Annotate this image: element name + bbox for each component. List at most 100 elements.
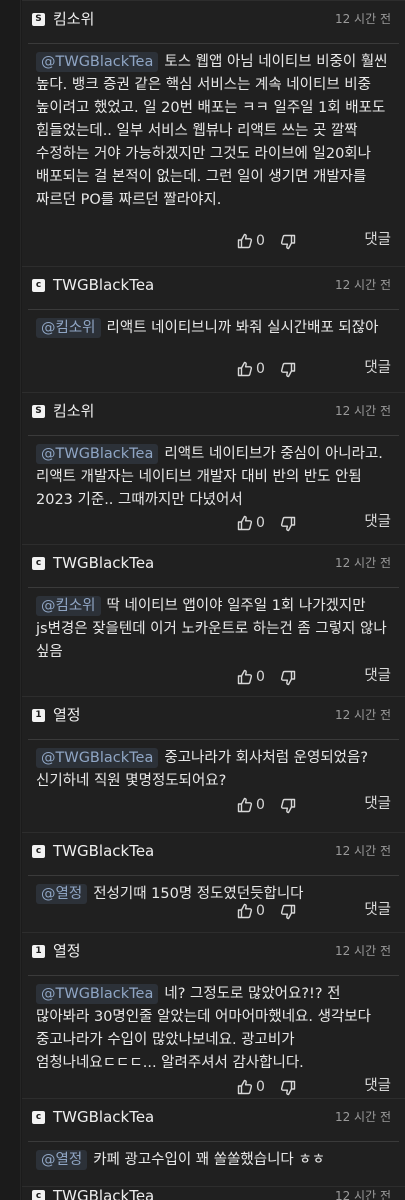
comment-author[interactable]: TWGBlackTea <box>53 554 154 573</box>
thumbs-up-icon[interactable] <box>237 903 253 919</box>
mention-tag[interactable]: @열정 <box>36 1150 88 1170</box>
comment-item: 1 열정 12 시간 전 @TWGBlackTea 중고나라가 회사처럼 운영되었… <box>22 696 405 832</box>
comment-author[interactable]: TWGBlackTea <box>53 1108 154 1127</box>
header-divider <box>28 435 399 436</box>
thumbs-down-icon[interactable] <box>280 516 296 532</box>
thumbs-up-icon[interactable] <box>237 1079 253 1095</box>
comment-body: @TWGBlackTea 중고나라가 회사처럼 운영되었음? 신기하네 직원 몇명… <box>36 747 398 793</box>
comment-item: 1 열정 12 시간 전 @TWGBlackTea 네? 그정도로 많았어요?!?… <box>22 932 405 1098</box>
comment-author[interactable]: 킴소위 <box>53 10 94 29</box>
header-divider <box>28 43 399 44</box>
comment-item: S 킴소위 12 시간 전 @TWGBlackTea 토스 웹앱 아님 네이티브 … <box>22 0 405 266</box>
header-divider <box>28 309 399 310</box>
thumbs-up-icon[interactable] <box>237 361 253 377</box>
comment-body: @킴소위 딱 네이티브 앱이야 일주일 1회 나가겠지만 js변경은 잦을텐데 이… <box>36 595 398 664</box>
mention-tag[interactable]: @열정 <box>36 884 88 904</box>
thumbs-down-icon[interactable] <box>280 234 296 250</box>
mention-tag[interactable]: @TWGBlackTea <box>36 984 159 1004</box>
reply-button[interactable]: 댓글 <box>364 231 391 250</box>
user-avatar-icon[interactable]: c <box>32 1111 45 1124</box>
like-count: 0 <box>256 797 265 813</box>
comment-actions: 0 댓글 <box>237 229 397 255</box>
like-count: 0 <box>256 233 265 249</box>
like-count: 0 <box>256 669 265 685</box>
comment-header: c TWGBlackTea 12 시간 전 <box>22 267 405 305</box>
comment-header: c TWGBlackTea 12 시간 전 <box>22 833 405 871</box>
reply-button[interactable]: 댓글 <box>364 795 391 814</box>
thumbs-up-icon[interactable] <box>237 233 253 249</box>
comment-timestamp: 12 시간 전 <box>334 556 391 570</box>
comment-actions: 0 댓글 <box>237 665 397 691</box>
comment-header: c TWGBlackTea 12 시간 전 <box>22 545 405 583</box>
comment-header: 1 열정 12 시간 전 <box>22 697 405 735</box>
comment-author[interactable]: TWGBlackTea <box>53 842 154 861</box>
comment-actions: 0 댓글 <box>237 511 397 537</box>
comment-text: 토스 웹앱 아님 네이티브 비중이 훨씬 높다. 뱅크 증권 같은 핵심 서비스… <box>36 54 388 208</box>
comment-header: S 킴소위 12 시간 전 <box>22 1 405 39</box>
reply-button[interactable]: 댓글 <box>364 901 391 920</box>
comment-timestamp: 12 시간 전 <box>334 944 391 958</box>
user-avatar-icon[interactable]: c <box>32 279 45 292</box>
comment-body: @킴소위 리액트 네이티브니까 봐줘 실시간배포 되잖아 <box>36 317 398 340</box>
like-count: 0 <box>256 515 265 531</box>
comment-timestamp: 12 시간 전 <box>334 278 391 292</box>
header-divider <box>28 587 399 588</box>
comment-body: @TWGBlackTea 토스 웹앱 아님 네이티브 비중이 훨씬 높다. 뱅크 … <box>36 51 398 212</box>
user-avatar-icon[interactable]: c <box>32 845 45 858</box>
thumbs-down-icon[interactable] <box>280 798 296 814</box>
comment-timestamp: 12 시간 전 <box>334 12 391 26</box>
thumbs-up-icon[interactable] <box>237 515 253 531</box>
comment-body: @열정 카페 광고수입이 꽤 쏠쏠했습니다 ㅎㅎ <box>36 1149 398 1172</box>
comment-author[interactable]: TWGBlackTea <box>53 276 154 295</box>
comment-header: S 킴소위 12 시간 전 <box>22 393 405 431</box>
mention-tag[interactable]: @TWGBlackTea <box>36 52 159 72</box>
comment-header: 1 열정 12 시간 전 <box>22 933 405 971</box>
thumbs-up-icon[interactable] <box>237 797 253 813</box>
comment-item: c TWGBlackTea 12 시간 전 @열정 전성기때 150명 정도였던듯… <box>22 832 405 932</box>
like-count: 0 <box>256 1079 265 1095</box>
user-avatar-icon[interactable]: 1 <box>32 945 45 958</box>
comment-actions: 0 댓글 <box>237 899 397 925</box>
thread-indent-rail <box>0 0 21 1200</box>
comment-text: 카페 광고수입이 꽤 쏠쏠했습니다 ㅎㅎ <box>93 1152 326 1168</box>
thumbs-up-icon[interactable] <box>237 669 253 685</box>
comment-item: S 킴소위 12 시간 전 @TWGBlackTea 리액트 네이티브가 중심이 … <box>22 392 405 544</box>
comment-body: @TWGBlackTea 리액트 네이티브가 중심이 아니라고. 리액트 개발자는… <box>36 443 398 512</box>
comment-item: c TWGBlackTea 12 시간 전 @열정 카페 광고수입이 꽤 쏠쏠했습… <box>22 1098 405 1186</box>
header-divider <box>28 875 399 876</box>
comment-author[interactable]: 열정 <box>53 706 81 725</box>
user-avatar-icon[interactable]: S <box>32 13 45 26</box>
reply-button[interactable]: 댓글 <box>364 1077 391 1096</box>
comment-author[interactable]: 열정 <box>53 942 81 961</box>
comment-item: c TWGBlackTea 12 시간 전 <box>22 1186 405 1200</box>
mention-tag[interactable]: @TWGBlackTea <box>36 748 159 768</box>
user-avatar-icon[interactable]: c <box>32 1190 45 1200</box>
mention-tag[interactable]: @킴소위 <box>36 318 101 338</box>
comment-thread: S 킴소위 12 시간 전 @TWGBlackTea 토스 웹앱 아님 네이티브 … <box>0 0 405 1200</box>
comment-actions: 0 댓글 <box>237 793 397 819</box>
user-avatar-icon[interactable]: 1 <box>32 709 45 722</box>
comment-text: 리액트 네이티브니까 봐줘 실시간배포 되잖아 <box>106 320 379 336</box>
comment-author[interactable]: TWGBlackTea <box>53 1187 154 1200</box>
thumbs-down-icon[interactable] <box>280 904 296 920</box>
mention-tag[interactable]: @TWGBlackTea <box>36 444 159 464</box>
reply-button[interactable]: 댓글 <box>364 667 391 686</box>
comment-body: @TWGBlackTea 네? 그정도로 많았어요?!? 전 많아봐라 30명인줄… <box>36 983 398 1075</box>
comment-author[interactable]: 킴소위 <box>53 402 94 421</box>
header-divider <box>28 1141 399 1142</box>
header-divider <box>28 739 399 740</box>
user-avatar-icon[interactable]: c <box>32 557 45 570</box>
thumbs-down-icon[interactable] <box>280 362 296 378</box>
comment-item: c TWGBlackTea 12 시간 전 @킴소위 리액트 네이티브니까 봐줘 … <box>22 266 405 392</box>
header-divider <box>28 975 399 976</box>
like-count: 0 <box>256 361 265 377</box>
reply-button[interactable]: 댓글 <box>364 513 391 532</box>
thumbs-down-icon[interactable] <box>280 670 296 686</box>
mention-tag[interactable]: @킴소위 <box>36 596 101 616</box>
user-avatar-icon[interactable]: S <box>32 405 45 418</box>
comment-item: c TWGBlackTea 12 시간 전 @킴소위 딱 네이티브 앱이야 일주일… <box>22 544 405 696</box>
reply-button[interactable]: 댓글 <box>364 359 391 378</box>
comment-timestamp: 12 시간 전 <box>334 708 391 722</box>
thumbs-down-icon[interactable] <box>280 1080 296 1096</box>
like-count: 0 <box>256 903 265 919</box>
